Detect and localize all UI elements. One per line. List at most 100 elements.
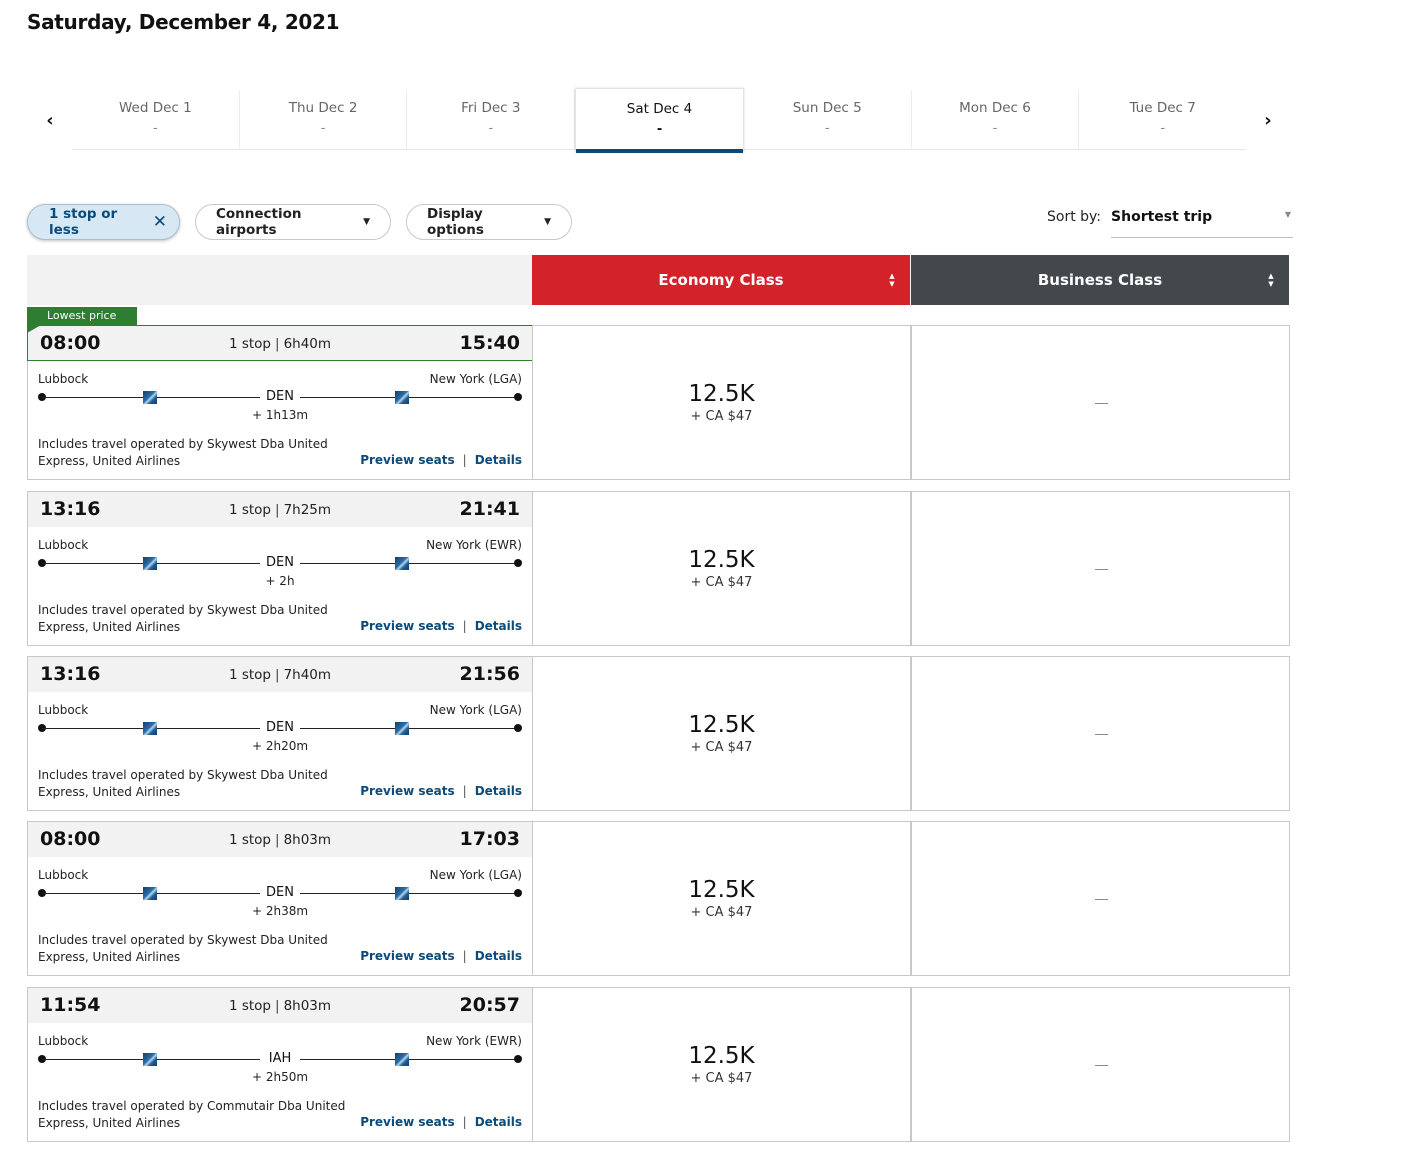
stops-count: 1 stop [228,336,271,352]
economy-class-header[interactable]: Economy Class ▲ ▼ [532,255,910,305]
date-tab-label: Sun Dec 5 [792,100,862,116]
layover-duration: + 2h20m [251,739,309,753]
united-airlines-logo-icon [143,722,157,735]
route-diagram: Lubbock New York (EWR) DEN + 2h [38,538,522,588]
date-tab-thu-dec-2[interactable]: Thu Dec 2 - [240,90,408,149]
origin-city: Lubbock [38,538,89,552]
date-tab-label: Tue Dec 7 [1129,100,1196,116]
flight-info: 08:00 1 stop | 6h40m 15:40 Lubbock New Yor… [27,325,533,480]
sort-label: Sort by: [1047,209,1102,225]
details-link[interactable]: Details [475,1115,522,1129]
date-tab-tue-dec-7[interactable]: Tue Dec 7 - [1079,90,1246,149]
date-tab-label: Wed Dec 1 [118,100,192,116]
economy-fare-cell[interactable]: 12.5K + CA $47 [532,325,911,480]
preview-seats-link[interactable]: Preview seats [360,619,454,633]
details-link[interactable]: Details [475,784,522,798]
destination-city: New York (LGA) [429,372,522,386]
economy-fare-cell[interactable]: 12.5K + CA $47 [532,987,911,1142]
flight-summary-bar: 13:16 1 stop | 7h25m 21:41 [28,492,532,527]
date-tab-sun-dec-5[interactable]: Sun Dec 5 - [744,90,912,149]
sort-up-icon: ▲ [1268,272,1274,280]
date-tab-label: Mon Dec 6 [959,100,1031,116]
trip-duration: 7h25m [283,502,332,518]
link-separator: | [462,453,467,467]
date-tab-fri-dec-3[interactable]: Fri Dec 3 - [407,90,576,149]
sort-icon[interactable]: ▲ ▼ [1267,272,1275,288]
close-icon[interactable]: ✕ [153,212,167,232]
not-available-dash [1095,403,1108,404]
business-class-label: Business Class [1037,271,1163,289]
trip-duration: 8h03m [283,832,332,848]
date-tab-label: Sat Dec 4 [626,101,693,117]
stops-filter-chip[interactable]: 1 stop or less ✕ [27,204,180,240]
flight-links: Preview seats | Details [360,1115,522,1129]
economy-taxes: + CA $47 [690,409,753,424]
display-options-dropdown[interactable]: Display options ▼ [406,204,572,240]
connection-airport: IAH [260,1051,300,1066]
flight-row: 13:16 1 stop | 7h40m 21:56 Lubbock New Yor… [27,656,1290,811]
origin-city: Lubbock [38,703,89,717]
flight-links: Preview seats | Details [360,619,522,633]
destination-dot [514,1055,522,1063]
business-class-header[interactable]: Business Class ▲ ▼ [911,255,1289,305]
flight-summary-bar: 13:16 1 stop | 7h40m 21:56 [28,657,532,692]
sort-up-icon: ▲ [889,272,895,280]
filter-bar: 1 stop or less ✕ Connection airports ▼ D… [27,204,572,240]
separator: | [275,502,280,518]
origin-city: Lubbock [38,372,89,386]
arrival-time: 20:57 [459,994,520,1016]
connection-airports-label: Connection airports [216,206,302,238]
destination-city: New York (LGA) [429,868,522,882]
connection-airports-dropdown[interactable]: Connection airports ▼ [195,204,391,240]
date-tab-wed-dec-1[interactable]: Wed Dec 1 - [72,90,240,149]
date-tab-price: - [656,122,663,137]
sort-icon[interactable]: ▲ ▼ [888,272,896,288]
preview-seats-link[interactable]: Preview seats [360,1115,454,1129]
business-fare-cell [911,821,1290,976]
date-tab-label: Thu Dec 2 [288,100,358,116]
chevron-left-icon[interactable]: ‹ [40,108,60,132]
details-link[interactable]: Details [475,949,522,963]
origin-city: Lubbock [38,868,89,882]
trip-duration: 7h40m [283,667,332,683]
details-link[interactable]: Details [475,619,522,633]
economy-fare-cell[interactable]: 12.5K + CA $47 [532,821,911,976]
connection-airport: DEN [260,720,300,735]
destination-city: New York (EWR) [426,538,522,552]
trip-duration: 6h40m [283,336,332,352]
date-navigation: ‹ Wed Dec 1 - Thu Dec 2 - Fri Dec 3 - Sa… [30,88,1290,156]
preview-seats-link[interactable]: Preview seats [360,949,454,963]
sort-down-icon: ▼ [1268,280,1274,288]
caret-down-icon: ▼ [544,217,551,227]
business-fare-cell [911,491,1290,646]
preview-seats-link[interactable]: Preview seats [360,453,454,467]
destination-city: New York (EWR) [426,1034,522,1048]
link-separator: | [462,619,467,633]
caret-down-icon: ▼ [363,217,370,227]
economy-fare-cell[interactable]: 12.5K + CA $47 [532,491,911,646]
not-available-dash [1095,899,1108,900]
chevron-right-icon[interactable]: › [1258,108,1278,132]
united-airlines-logo-icon [395,391,409,404]
economy-fare-cell[interactable]: 12.5K + CA $47 [532,656,911,811]
date-tabs: Wed Dec 1 - Thu Dec 2 - Fri Dec 3 - Sat … [72,88,1246,153]
united-airlines-logo-icon [143,391,157,404]
separator: | [275,998,280,1014]
economy-taxes: + CA $47 [690,905,753,920]
preview-seats-link[interactable]: Preview seats [360,784,454,798]
sort-down-icon: ▼ [889,280,895,288]
date-tab-sat-dec-4[interactable]: Sat Dec 4 - [575,88,744,153]
economy-miles: 12.5K [688,1043,755,1069]
business-fare-cell [911,656,1290,811]
united-airlines-logo-icon [395,887,409,900]
not-available-dash [1095,734,1108,735]
flight-info: 13:16 1 stop | 7h40m 21:56 Lubbock New Yor… [27,656,532,811]
stops-duration: 1 stop | 7h40m [28,667,532,683]
flight-summary-bar: 08:00 1 stop | 6h40m 15:40 [27,325,533,361]
connection-airport: DEN [260,885,300,900]
destination-dot [514,724,522,732]
sort-select[interactable]: Shortest trip ▼ [1111,208,1294,238]
details-link[interactable]: Details [475,453,522,467]
date-tab-mon-dec-6[interactable]: Mon Dec 6 - [912,90,1080,149]
flight-row: 08:00 1 stop | 8h03m 17:03 Lubbock New Yor… [27,821,1290,976]
